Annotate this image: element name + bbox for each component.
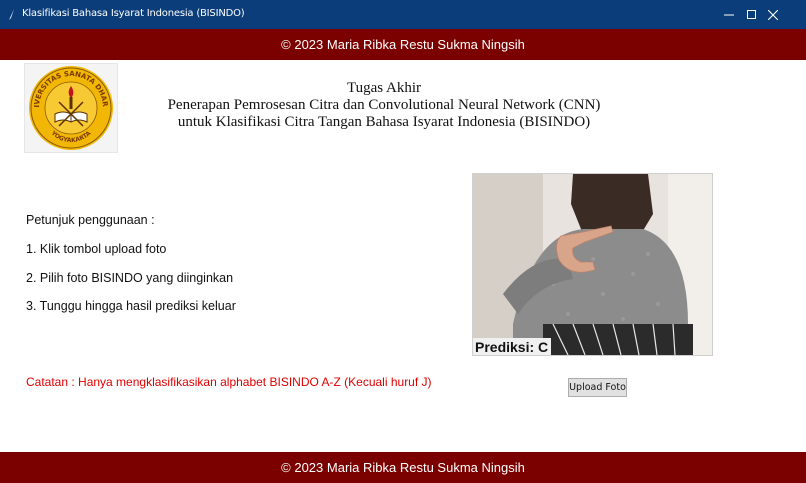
header-line-1: Tugas Akhir [346, 80, 422, 96]
uploaded-photo: Prediksi: C [472, 173, 713, 356]
university-logo: UNIVERSITAS SANATA DHARMA YOGYAKARTA [22, 58, 118, 153]
copyright-text: © 2023 Maria Ribka Restu Sukma Ningsih [281, 37, 525, 52]
thesis-header: Tugas Akhir Penerapan Pemrosesan Citra d… [130, 80, 638, 131]
feather-icon [9, 9, 14, 20]
instruction-step-1: 1. Klik tombol upload foto [26, 242, 167, 256]
upload-photo-button[interactable]: Upload Foto [568, 378, 627, 397]
prediction-label: Prediksi: C [473, 338, 552, 355]
window-title: Klasifikasi Bahasa Isyarat Indonesia (BI… [22, 8, 245, 19]
sign-language-photo [473, 174, 712, 355]
bottom-copyright-banner: © 2023 Maria Ribka Restu Sukma Ningsih [0, 452, 806, 483]
header-line-3: untuk Klasifikasi Citra Tangan Bahasa Is… [177, 114, 591, 130]
top-copyright-banner: © 2023 Maria Ribka Restu Sukma Ningsih [0, 29, 806, 60]
window-titlebar: Klasifikasi Bahasa Isyarat Indonesia (BI… [0, 0, 806, 29]
instruction-step-2: 2. Pilih foto BISINDO yang diinginkan [26, 271, 234, 285]
close-button[interactable] [750, 0, 796, 29]
instructions-heading: Petunjuk penggunaan : [26, 213, 155, 227]
header-line-2: Penerapan Pemrosesan Citra dan Convoluti… [167, 97, 601, 113]
instruction-step-3: 3. Tunggu hingga hasil prediksi keluar [26, 299, 236, 313]
close-icon [768, 9, 778, 20]
copyright-text: © 2023 Maria Ribka Restu Sukma Ningsih [281, 460, 525, 475]
university-seal-icon: UNIVERSITAS SANATA DHARMA YOGYAKARTA [22, 58, 113, 150]
classification-note: Catatan : Hanya mengklasifikasikan alpha… [26, 375, 432, 389]
